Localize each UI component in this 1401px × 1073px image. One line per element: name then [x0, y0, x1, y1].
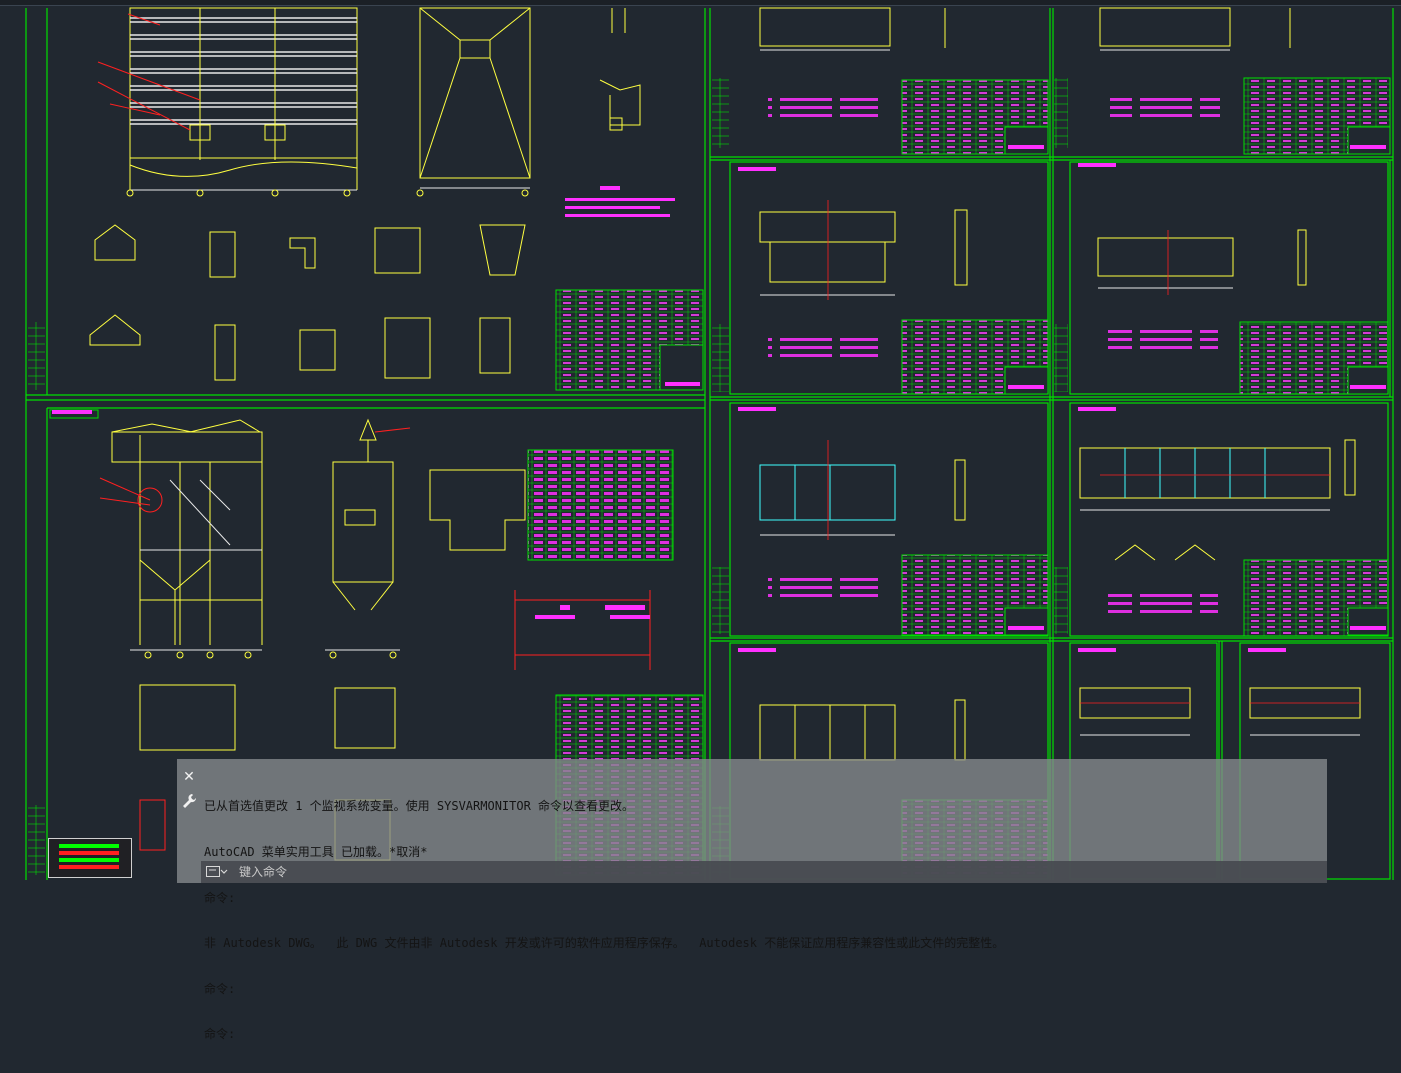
command-prompt-icon[interactable] [206, 866, 228, 878]
wrench-icon[interactable] [181, 793, 197, 813]
nav-bar-stripe [59, 844, 119, 848]
command-history-line: 已从首选值更改 1 个监视系统变量。使用 SYSVARMONITOR 命令以查看… [204, 799, 635, 814]
nav-bar-stripe [59, 865, 119, 869]
nav-bar-stripe [59, 851, 119, 855]
close-icon[interactable]: ✕ [182, 770, 196, 784]
command-history-line: 非 Autodesk DWG。 此 DWG 文件由非 Autodesk 开发或许… [204, 936, 1005, 951]
nav-bar-stripe [59, 858, 119, 862]
command-input[interactable] [239, 864, 1139, 880]
drawing-canvas[interactable] [0, 0, 1401, 883]
command-line-panel: ✕ 已从首选值更改 1 个监视系统变量。使用 SYSVARMONITOR 命令以… [177, 759, 1327, 1041]
sheet-frames [25, 8, 1394, 880]
command-history: 已从首选值更改 1 个监视系统变量。使用 SYSVARMONITOR 命令以查看… [204, 769, 1319, 1073]
command-history-line: AutoCAD 菜单实用工具 已加载。*取消* [204, 845, 428, 859]
command-input-row [201, 861, 1327, 883]
command-history-line: 命令: [204, 1027, 236, 1042]
command-history-line: 命令: [204, 890, 236, 905]
navigation-bar-icon[interactable] [48, 838, 132, 878]
elevation-top-left [126, 7, 358, 197]
command-history-line: 命令: [204, 981, 236, 996]
